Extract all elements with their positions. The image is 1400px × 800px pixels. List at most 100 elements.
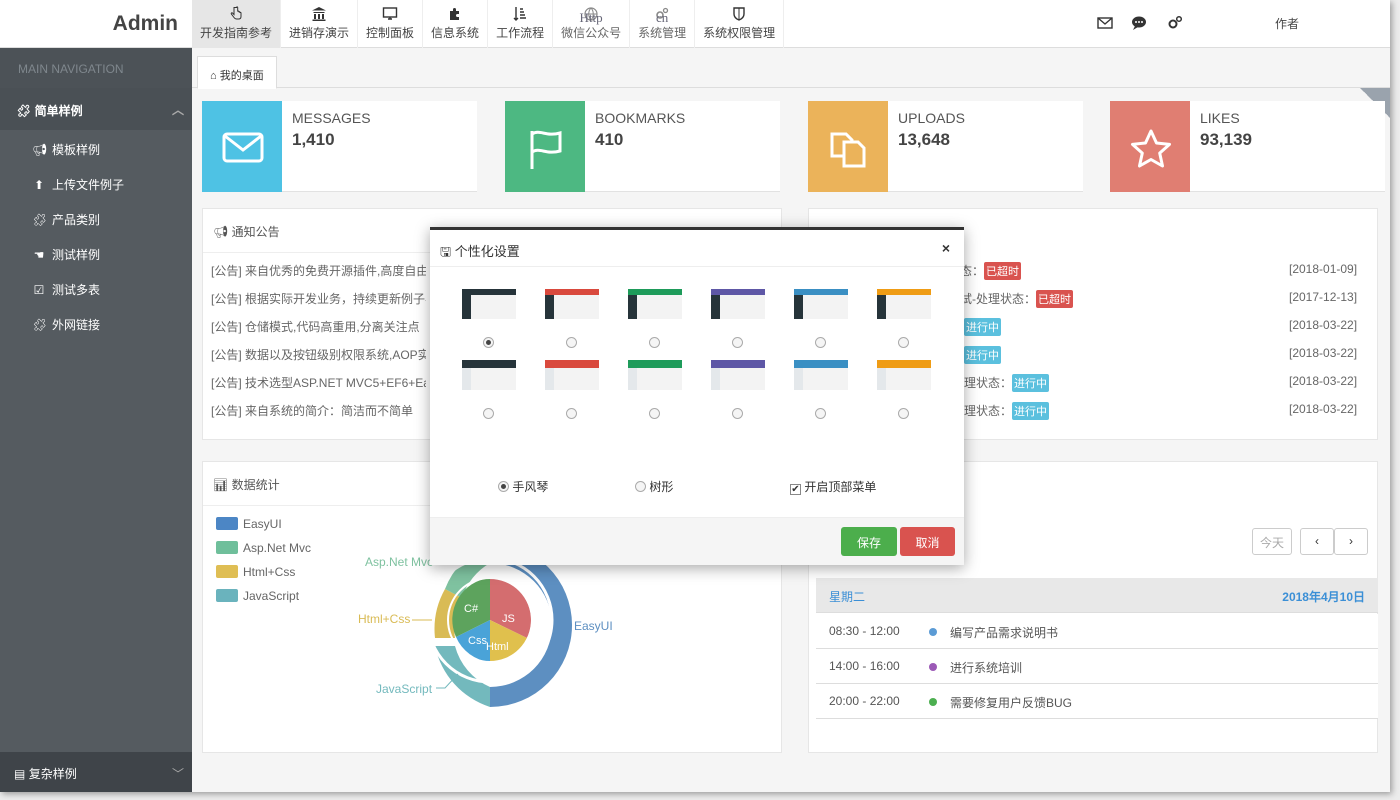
task-item[interactable]: 进行中 — [964, 346, 1001, 364]
checkbox-checked[interactable]: ✔ — [790, 484, 801, 495]
sidebar-group-label: 简单样例 — [34, 104, 83, 118]
theme-option[interactable] — [794, 289, 848, 319]
next-button[interactable]: › — [1334, 528, 1368, 555]
task-item[interactable]: 态： 已超时 — [960, 262, 1022, 280]
sidebar-item-external[interactable]: 🧩︎ 外网链接 — [0, 305, 192, 340]
sidebar-group-complex[interactable]: ▤ 复杂样例 ﹀ — [0, 752, 192, 792]
theme-radio[interactable] — [649, 337, 660, 348]
top-menu-checkbox[interactable]: ✔ 开启顶部菜单 — [790, 478, 876, 495]
legend-swatch — [216, 541, 238, 554]
theme-radio[interactable] — [732, 337, 743, 348]
theme-radio[interactable] — [815, 337, 826, 348]
theme-bar — [462, 360, 516, 368]
today-button[interactable]: 今天 — [1252, 528, 1292, 555]
stat-card-uploads[interactable]: UPLOADS 13,648 — [808, 101, 1083, 192]
chevron-right-icon: › — [1349, 534, 1353, 548]
status-badge: 已超时 — [1036, 290, 1073, 308]
theme-option[interactable] — [462, 360, 516, 390]
theme-option[interactable] — [711, 360, 765, 390]
theme-radio[interactable] — [898, 337, 909, 348]
outer-label-aspnetmvc: Asp.Net Mvc — [365, 555, 433, 569]
prev-button[interactable]: ‹ — [1300, 528, 1334, 555]
radio-tree[interactable] — [635, 481, 646, 492]
close-button[interactable]: × — [942, 240, 950, 256]
notice-item[interactable]: [公告] 根据实际开发业务，持续更新例子与 — [211, 290, 426, 307]
theme-side — [794, 295, 803, 319]
calendar-day-header: 星期二 2018年4月10日 — [816, 578, 1378, 613]
sidebar-item-upload[interactable]: ⬆ 上传文件例子 — [0, 165, 192, 200]
notice-item[interactable]: [公告] 来自系统的简介：简洁而不简单 — [211, 402, 426, 419]
task-item[interactable]: 进行中 — [964, 318, 1001, 336]
inner-label-css: Css — [468, 635, 487, 647]
task-item[interactable]: 试-处理状态： 已超时 — [960, 290, 1073, 308]
task-item[interactable]: 理状态： 进行中 — [964, 402, 1050, 420]
nav-mode-accordion[interactable]: 手风琴 — [498, 478, 548, 495]
sidebar-item-test[interactable]: ☚ 测试样例 — [0, 235, 192, 270]
theme-radio[interactable] — [566, 337, 577, 348]
chevron-left-icon: ‹ — [1315, 534, 1319, 548]
legend-label: JavaScript — [243, 589, 300, 603]
event-time: 14:00 - 16:00 — [829, 659, 900, 673]
outer-label-javascript: JavaScript — [376, 682, 433, 696]
radio-accordion[interactable] — [498, 481, 509, 492]
sidebar-item-label: 测试多表 — [52, 283, 101, 297]
sidebar-item-multi-table[interactable]: ☑ 测试多表 — [0, 270, 192, 305]
inner-label-js: JS — [502, 613, 515, 625]
event-dot — [929, 698, 937, 706]
theme-radio[interactable] — [649, 408, 660, 419]
envelope-icon[interactable] — [1096, 14, 1114, 32]
theme-option[interactable] — [545, 360, 599, 390]
notice-item[interactable]: [公告] 来自优秀的免费开源插件,高度自由 — [211, 262, 426, 279]
status-badge: 进行中 — [1012, 402, 1050, 420]
cancel-button[interactable]: 取消 — [900, 527, 955, 556]
schedule-row[interactable]: 20:00 - 22:00 需要修复用户反馈BUG — [816, 684, 1378, 719]
files-icon — [830, 132, 866, 168]
notice-item[interactable]: [公告] 技术选型ASP.NET MVC5+EF6+Ea — [211, 374, 426, 391]
author-menu[interactable]: 作者 — [1275, 15, 1299, 32]
theme-option[interactable] — [711, 289, 765, 319]
comment-icon[interactable] — [1130, 14, 1148, 32]
notice-item[interactable]: [公告] 数据以及按钮级别权限系统,AOP实现 — [211, 346, 426, 363]
sidebar-group-simple[interactable]: 🧩︎ 简单样例 ︿ — [0, 88, 192, 130]
theme-radio[interactable] — [566, 408, 577, 419]
theme-radio[interactable] — [815, 408, 826, 419]
theme-option[interactable] — [877, 360, 931, 390]
sidebar-item-label: 模板样例 — [52, 143, 101, 157]
theme-side — [545, 368, 554, 390]
puzzle-icon: 🧩︎ — [16, 104, 32, 118]
schedule-row[interactable]: 08:30 - 12:00 编写产品需求说明书 — [816, 614, 1378, 649]
cogs-icon[interactable] — [1166, 14, 1184, 32]
theme-radio[interactable] — [732, 408, 743, 419]
dialog-footer: 保存 取消 — [430, 517, 964, 565]
stat-value: 410 — [595, 130, 624, 149]
theme-option[interactable] — [545, 289, 599, 319]
nav-mode-tree[interactable]: 树形 — [635, 478, 673, 495]
task-item[interactable]: 理状态： 进行中 — [964, 374, 1050, 392]
puzzle-icon: 🧩︎ — [32, 213, 48, 227]
stat-card-likes[interactable]: LIKES 93,139 — [1110, 101, 1385, 192]
chevron-down-icon: ﹀ — [171, 767, 184, 781]
legend-label: Html+Css — [243, 565, 296, 579]
legend-label: Asp.Net Mvc — [243, 541, 312, 555]
stat-card-bookmarks[interactable]: BOOKMARKS 410 — [505, 101, 780, 192]
theme-option[interactable] — [462, 289, 516, 319]
theme-option[interactable] — [628, 289, 682, 319]
sidebar-item-label: 测试样例 — [52, 248, 101, 262]
envelope-icon — [222, 132, 264, 163]
theme-option[interactable] — [794, 360, 848, 390]
dialog-header: 🖫︎ 个性化设置 × — [430, 230, 964, 267]
theme-radio[interactable] — [483, 408, 494, 419]
save-button[interactable]: 保存 — [841, 527, 897, 556]
schedule-row[interactable]: 14:00 - 16:00 进行系统培训 — [816, 649, 1378, 684]
sidebar-item-category[interactable]: 🧩︎ 产品类别 — [0, 200, 192, 235]
theme-option[interactable] — [877, 289, 931, 319]
theme-option[interactable] — [628, 360, 682, 390]
theme-radio[interactable] — [898, 408, 909, 419]
theme-radio[interactable] — [483, 337, 494, 348]
task-date: [2018-03-22] — [1289, 318, 1358, 332]
notice-item[interactable]: [公告] 仓储模式,代码高重用,分离关注点 — [211, 318, 426, 335]
sidebar-item-template[interactable]: 📢︎ 模板样例 — [0, 130, 192, 165]
stat-card-messages[interactable]: MESSAGES 1,410 — [202, 101, 477, 192]
tab-home[interactable]: ⌂ 我的桌面 — [197, 56, 277, 89]
option-label: 开启顶部菜单 — [804, 480, 877, 494]
